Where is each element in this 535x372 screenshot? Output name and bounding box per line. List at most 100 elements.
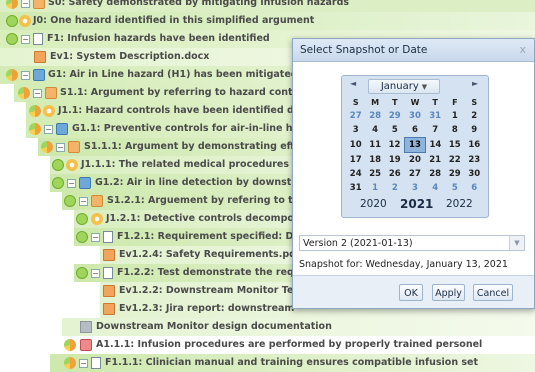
collapse-icon[interactable]: − [44,125,53,134]
snapshot-dialog: Select Snapshot or Date x ◄ January ▼ ► S… [292,38,535,309]
calendar-day[interactable]: 1 [445,109,464,123]
calendar-day[interactable]: 16 [465,138,484,153]
collapse-icon[interactable]: − [79,197,88,206]
collapse-icon[interactable]: − [67,179,76,188]
collapse-icon[interactable]: − [79,359,88,368]
calendar-day[interactable]: 28 [425,167,445,181]
calendar-day[interactable]: 8 [445,123,464,138]
chevron-down-icon[interactable]: ▼ [509,236,524,250]
prev-month-icon[interactable]: ◄ [350,79,356,88]
version-select[interactable]: Version 2 (2021-01-13) ▼ [299,235,525,251]
calendar-day[interactable]: 12 [385,138,405,153]
collapse-icon[interactable]: − [33,89,42,98]
calendar-day[interactable]: 10 [346,138,365,153]
calendar-day[interactable]: 4 [365,123,384,138]
month-select[interactable]: January ▼ [368,79,440,94]
calendar-day[interactable]: 6 [465,181,484,195]
calendar-day[interactable]: 28 [365,109,384,123]
tree-row[interactable]: Downstream Monitor design documentation [0,318,535,336]
collapse-icon[interactable]: − [91,269,100,278]
strategy-icon [68,141,80,153]
calendar-day[interactable]: 17 [346,153,365,168]
calendar-day[interactable]: 22 [445,153,464,168]
evidence-icon [103,303,115,315]
collapse-icon[interactable]: − [21,71,30,80]
tree-row[interactable]: − S0: Safety demonstrated by mitigating … [0,0,535,12]
calendar-day[interactable]: 31 [346,181,365,195]
calendar-day[interactable]: 18 [365,153,384,168]
tree-row[interactable]: A1.1.1: Infusion procedures are performe… [0,336,535,354]
calendar-day[interactable]: 23 [465,153,484,168]
calendar-day[interactable]: 13 [404,137,426,153]
justification-icon [19,15,31,27]
calendar-week: 3456789 [346,123,484,138]
calendar-day[interactable]: 19 [385,153,405,168]
status-pie-icon [64,339,76,351]
calendar-day[interactable]: 6 [405,123,425,138]
weekday-label: F [452,98,458,107]
collapse-icon[interactable]: − [91,233,100,242]
tree-row-label: F1: Infusion hazards have been identifie… [47,33,270,44]
year-current[interactable]: 2021 [400,197,433,211]
calendar-day[interactable]: 31 [425,109,445,123]
tree-row-label: F1.2.1: Requirement specified: Dow [117,231,309,242]
tree-row-label: Ev1.2.2: Downstream Monitor Te [119,285,294,296]
calendar-day[interactable]: 5 [385,123,405,138]
status-pie-icon [76,267,88,279]
calendar-day[interactable]: 3 [346,123,365,138]
calendar-day[interactable]: 11 [365,138,384,153]
tree-row-label: G1: Air in Line hazard (H1) has been mit… [48,69,298,80]
calendar-day[interactable]: 29 [445,167,464,181]
calendar-day[interactable]: 2 [385,181,405,195]
ok-button[interactable]: OK [399,284,423,301]
calendar-day[interactable]: 14 [425,138,445,153]
calendar-day[interactable]: 3 [405,181,425,195]
status-pie-icon [18,87,30,99]
dialog-title: Select Snapshot or Date [300,44,428,56]
tree-row[interactable]: J0: One hazard identified in this simpli… [0,12,535,30]
calendar-day[interactable]: 24 [346,167,365,181]
tree-row-label: Ev1: System Description.docx [50,51,210,62]
calendar-day[interactable]: 30 [405,109,425,123]
collapse-icon[interactable]: − [21,0,30,8]
chevron-down-icon: ▼ [421,83,428,91]
tree-row-label: J0: One hazard identified in this simpli… [33,15,315,26]
tree-row-label: F1.1.1: Clinician manual and training en… [105,357,479,368]
calendar-day[interactable]: 27 [405,167,425,181]
collapse-icon[interactable]: − [21,35,30,44]
calendar-day[interactable]: 9 [465,123,484,138]
tree-row[interactable]: − F1.1.1: Clinician manual and training … [0,354,535,372]
year-next[interactable]: 2022 [446,198,473,210]
dialog-titlebar[interactable]: Select Snapshot or Date x [293,39,534,62]
calendar-day[interactable]: 30 [465,167,484,181]
calendar-day[interactable]: 2 [465,109,484,123]
calendar: ◄ January ▼ ► SMTWTFS 27 28 29 30 31 1 2 3 4 5 6 7 8 9… [341,75,489,218]
next-month-icon[interactable]: ► [472,79,478,88]
month-label: January [380,81,419,92]
calendar-day[interactable]: 4 [425,181,445,195]
status-pie-icon [6,33,18,45]
status-pie-icon [29,123,41,135]
strategy-icon [33,0,45,9]
calendar-week: 27 28 29 30 31 1 2 [346,109,484,123]
weekday-label: S [471,98,478,107]
year-prev[interactable]: 2020 [360,198,387,210]
apply-button[interactable]: Apply [432,284,465,301]
cancel-button[interactable]: Cancel [473,284,513,301]
calendar-day[interactable]: 27 [346,109,365,123]
tree-row-label: S0: Safety demonstrated by mitigating in… [48,0,350,8]
close-icon[interactable]: x [519,39,526,61]
tree-row-label: S1.1: Argument by referring to hazard co… [60,87,313,98]
calendar-day[interactable]: 25 [365,167,384,181]
tree-row-label: Ev1.2.4: Safety Requirements.pd [119,249,296,260]
calendar-day[interactable]: 29 [385,109,405,123]
tree-row-label: G1.2: Air in line detection by downstrea… [95,177,319,188]
calendar-day[interactable]: 26 [385,167,405,181]
calendar-day[interactable]: 21 [425,153,445,168]
calendar-day[interactable]: 20 [405,153,425,168]
calendar-day[interactable]: 5 [445,181,464,195]
calendar-day[interactable]: 7 [425,123,445,138]
collapse-icon[interactable]: − [56,143,65,152]
calendar-day[interactable]: 15 [445,138,464,153]
calendar-day[interactable]: 1 [365,181,384,195]
